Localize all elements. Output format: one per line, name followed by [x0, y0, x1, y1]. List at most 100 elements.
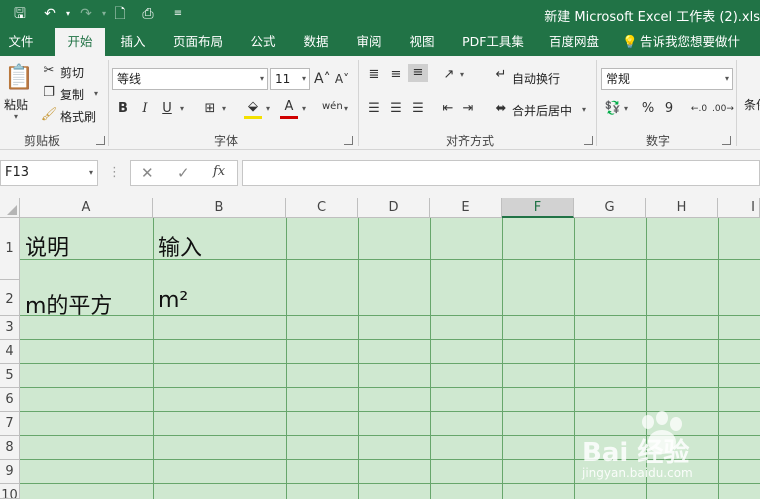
tab-formulas[interactable]: 公式 — [240, 28, 286, 56]
row-header-9[interactable]: 9 — [0, 460, 20, 484]
cell-a2[interactable]: m的平方 — [25, 288, 112, 320]
align-center-icon[interactable]: ☰ — [388, 100, 404, 118]
cut-icon: ✂ — [43, 63, 55, 78]
borders-icon[interactable]: ⊞ — [202, 100, 218, 118]
column-header-c[interactable]: C — [286, 198, 358, 218]
phonetic-dropdown-icon[interactable]: ▾ — [344, 104, 348, 113]
new-file-icon[interactable]: 🗋 — [110, 4, 130, 24]
column-header-h[interactable]: H — [646, 198, 718, 218]
align-top-icon[interactable]: ≣ — [366, 66, 382, 84]
accounting-format-icon[interactable]: 💱 — [604, 100, 622, 118]
align-middle-icon[interactable]: ≡ — [388, 66, 404, 84]
redo-icon[interactable]: ↷ — [76, 4, 96, 24]
accounting-dropdown-icon[interactable]: ▾ — [624, 104, 628, 113]
undo-dropdown-icon[interactable]: ▾ — [58, 4, 78, 24]
comma-style-button[interactable]: 9 — [662, 100, 676, 118]
tab-review[interactable]: 审阅 — [346, 28, 392, 56]
column-header-b[interactable]: B — [153, 198, 286, 218]
select-all-button[interactable] — [0, 198, 20, 218]
decrease-font-icon[interactable]: A˅ — [334, 70, 350, 88]
copy-button[interactable]: 复制 — [60, 86, 84, 103]
paste-dropdown-icon[interactable]: ▾ — [14, 112, 18, 121]
row-header-4[interactable]: 4 — [0, 340, 20, 364]
name-box[interactable]: F13 ▾ — [0, 160, 98, 186]
customize-qat-icon[interactable]: ≡ — [168, 4, 188, 24]
tab-insert[interactable]: 插入 — [110, 28, 156, 56]
font-color-icon[interactable]: A — [280, 98, 298, 119]
conditional-format-button[interactable]: 条件 — [744, 96, 760, 113]
paste-button[interactable]: 粘贴 — [4, 96, 28, 113]
wrap-text-button[interactable]: 自动换行 — [512, 70, 560, 87]
row-header-10[interactable]: 10 — [0, 484, 20, 499]
decrease-indent-icon[interactable]: ⇤ — [440, 100, 456, 118]
save-icon[interactable]: 🖫 — [10, 4, 30, 24]
bold-button[interactable]: B — [116, 100, 130, 118]
column-header-f[interactable]: F — [502, 198, 574, 218]
number-format-select[interactable]: 常规 ▾ — [601, 68, 733, 90]
fill-color-dropdown-icon[interactable]: ▾ — [266, 104, 270, 113]
tab-home[interactable]: 开始 — [55, 28, 105, 56]
more-options-icon[interactable]: ⋮ — [108, 164, 121, 182]
clipboard-launcher-icon[interactable] — [96, 136, 105, 145]
row-header-3[interactable]: 3 — [0, 316, 20, 340]
phonetic-guide-icon[interactable]: wén — [322, 98, 343, 116]
undo-icon[interactable]: ↶ — [40, 4, 60, 24]
align-bottom-icon[interactable]: ≡ — [408, 64, 428, 82]
row-header-1[interactable]: 1 — [0, 218, 20, 280]
cell-a1[interactable]: 说明 — [25, 230, 69, 262]
font-size-select[interactable]: 11 ▾ — [270, 68, 310, 90]
underline-button[interactable]: U — [160, 100, 174, 118]
formula-input[interactable] — [242, 160, 760, 186]
merge-dropdown-icon[interactable]: ▾ — [582, 105, 586, 114]
cut-button[interactable]: 剪切 — [60, 64, 84, 81]
decrease-decimal-icon[interactable]: .00→ — [712, 100, 734, 118]
watermark-url: jingyan.baidu.com — [582, 466, 693, 480]
tab-file[interactable]: 文件 — [0, 28, 42, 56]
paste-icon[interactable]: 📋 — [4, 62, 34, 92]
row-header-7[interactable]: 7 — [0, 412, 20, 436]
column-header-d[interactable]: D — [358, 198, 430, 218]
gridline — [20, 387, 760, 388]
increase-font-icon[interactable]: A˄ — [314, 70, 331, 88]
gridline — [358, 218, 359, 499]
orientation-icon[interactable]: ↗ — [440, 66, 458, 84]
copy-dropdown-icon[interactable]: ▾ — [94, 89, 98, 98]
font-name-select[interactable]: 等线 ▾ — [112, 68, 268, 90]
increase-indent-icon[interactable]: ⇥ — [460, 100, 476, 118]
row-header-6[interactable]: 6 — [0, 388, 20, 412]
alignment-launcher-icon[interactable] — [584, 136, 593, 145]
fill-color-icon[interactable]: ⬙ — [244, 98, 262, 119]
column-header-a[interactable]: A — [20, 198, 153, 218]
tab-baidu-netdisk[interactable]: 百度网盘 — [540, 28, 608, 56]
font-color-dropdown-icon[interactable]: ▾ — [302, 104, 306, 113]
enter-icon[interactable]: ✓ — [177, 164, 190, 182]
cell-b1[interactable]: 输入 — [158, 230, 202, 262]
orientation-dropdown-icon[interactable]: ▾ — [460, 70, 464, 79]
cancel-icon[interactable]: ✕ — [141, 164, 154, 182]
row-header-8[interactable]: 8 — [0, 436, 20, 460]
align-right-icon[interactable]: ☰ — [410, 100, 426, 118]
tab-page-layout[interactable]: 页面布局 — [165, 28, 231, 56]
align-left-icon[interactable]: ☰ — [366, 100, 382, 118]
column-header-g[interactable]: G — [574, 198, 646, 218]
borders-dropdown-icon[interactable]: ▾ — [222, 104, 226, 113]
increase-decimal-icon[interactable]: ←.0 — [690, 100, 708, 118]
tab-pdf-tools[interactable]: PDF工具集 — [455, 28, 531, 56]
font-launcher-icon[interactable] — [344, 136, 353, 145]
column-header-e[interactable]: E — [430, 198, 502, 218]
column-header-i[interactable]: I — [718, 198, 760, 218]
percent-style-button[interactable]: % — [640, 100, 656, 118]
italic-button[interactable]: I — [138, 100, 152, 118]
row-header-2[interactable]: 2 — [0, 280, 20, 316]
tell-me-search[interactable]: 告诉我您想要做什么... — [640, 28, 760, 56]
tab-view[interactable]: 视图 — [399, 28, 445, 56]
number-launcher-icon[interactable] — [722, 136, 731, 145]
format-painter-button[interactable]: 格式刷 — [60, 108, 96, 125]
cell-b2[interactable]: m² — [158, 288, 188, 313]
tab-data[interactable]: 数据 — [293, 28, 339, 56]
underline-dropdown-icon[interactable]: ▾ — [180, 104, 184, 113]
print-preview-icon[interactable]: ⎙ — [138, 4, 158, 24]
insert-function-button[interactable]: fx — [213, 164, 225, 179]
row-header-5[interactable]: 5 — [0, 364, 20, 388]
merge-center-button[interactable]: 合并后居中 — [512, 102, 572, 119]
